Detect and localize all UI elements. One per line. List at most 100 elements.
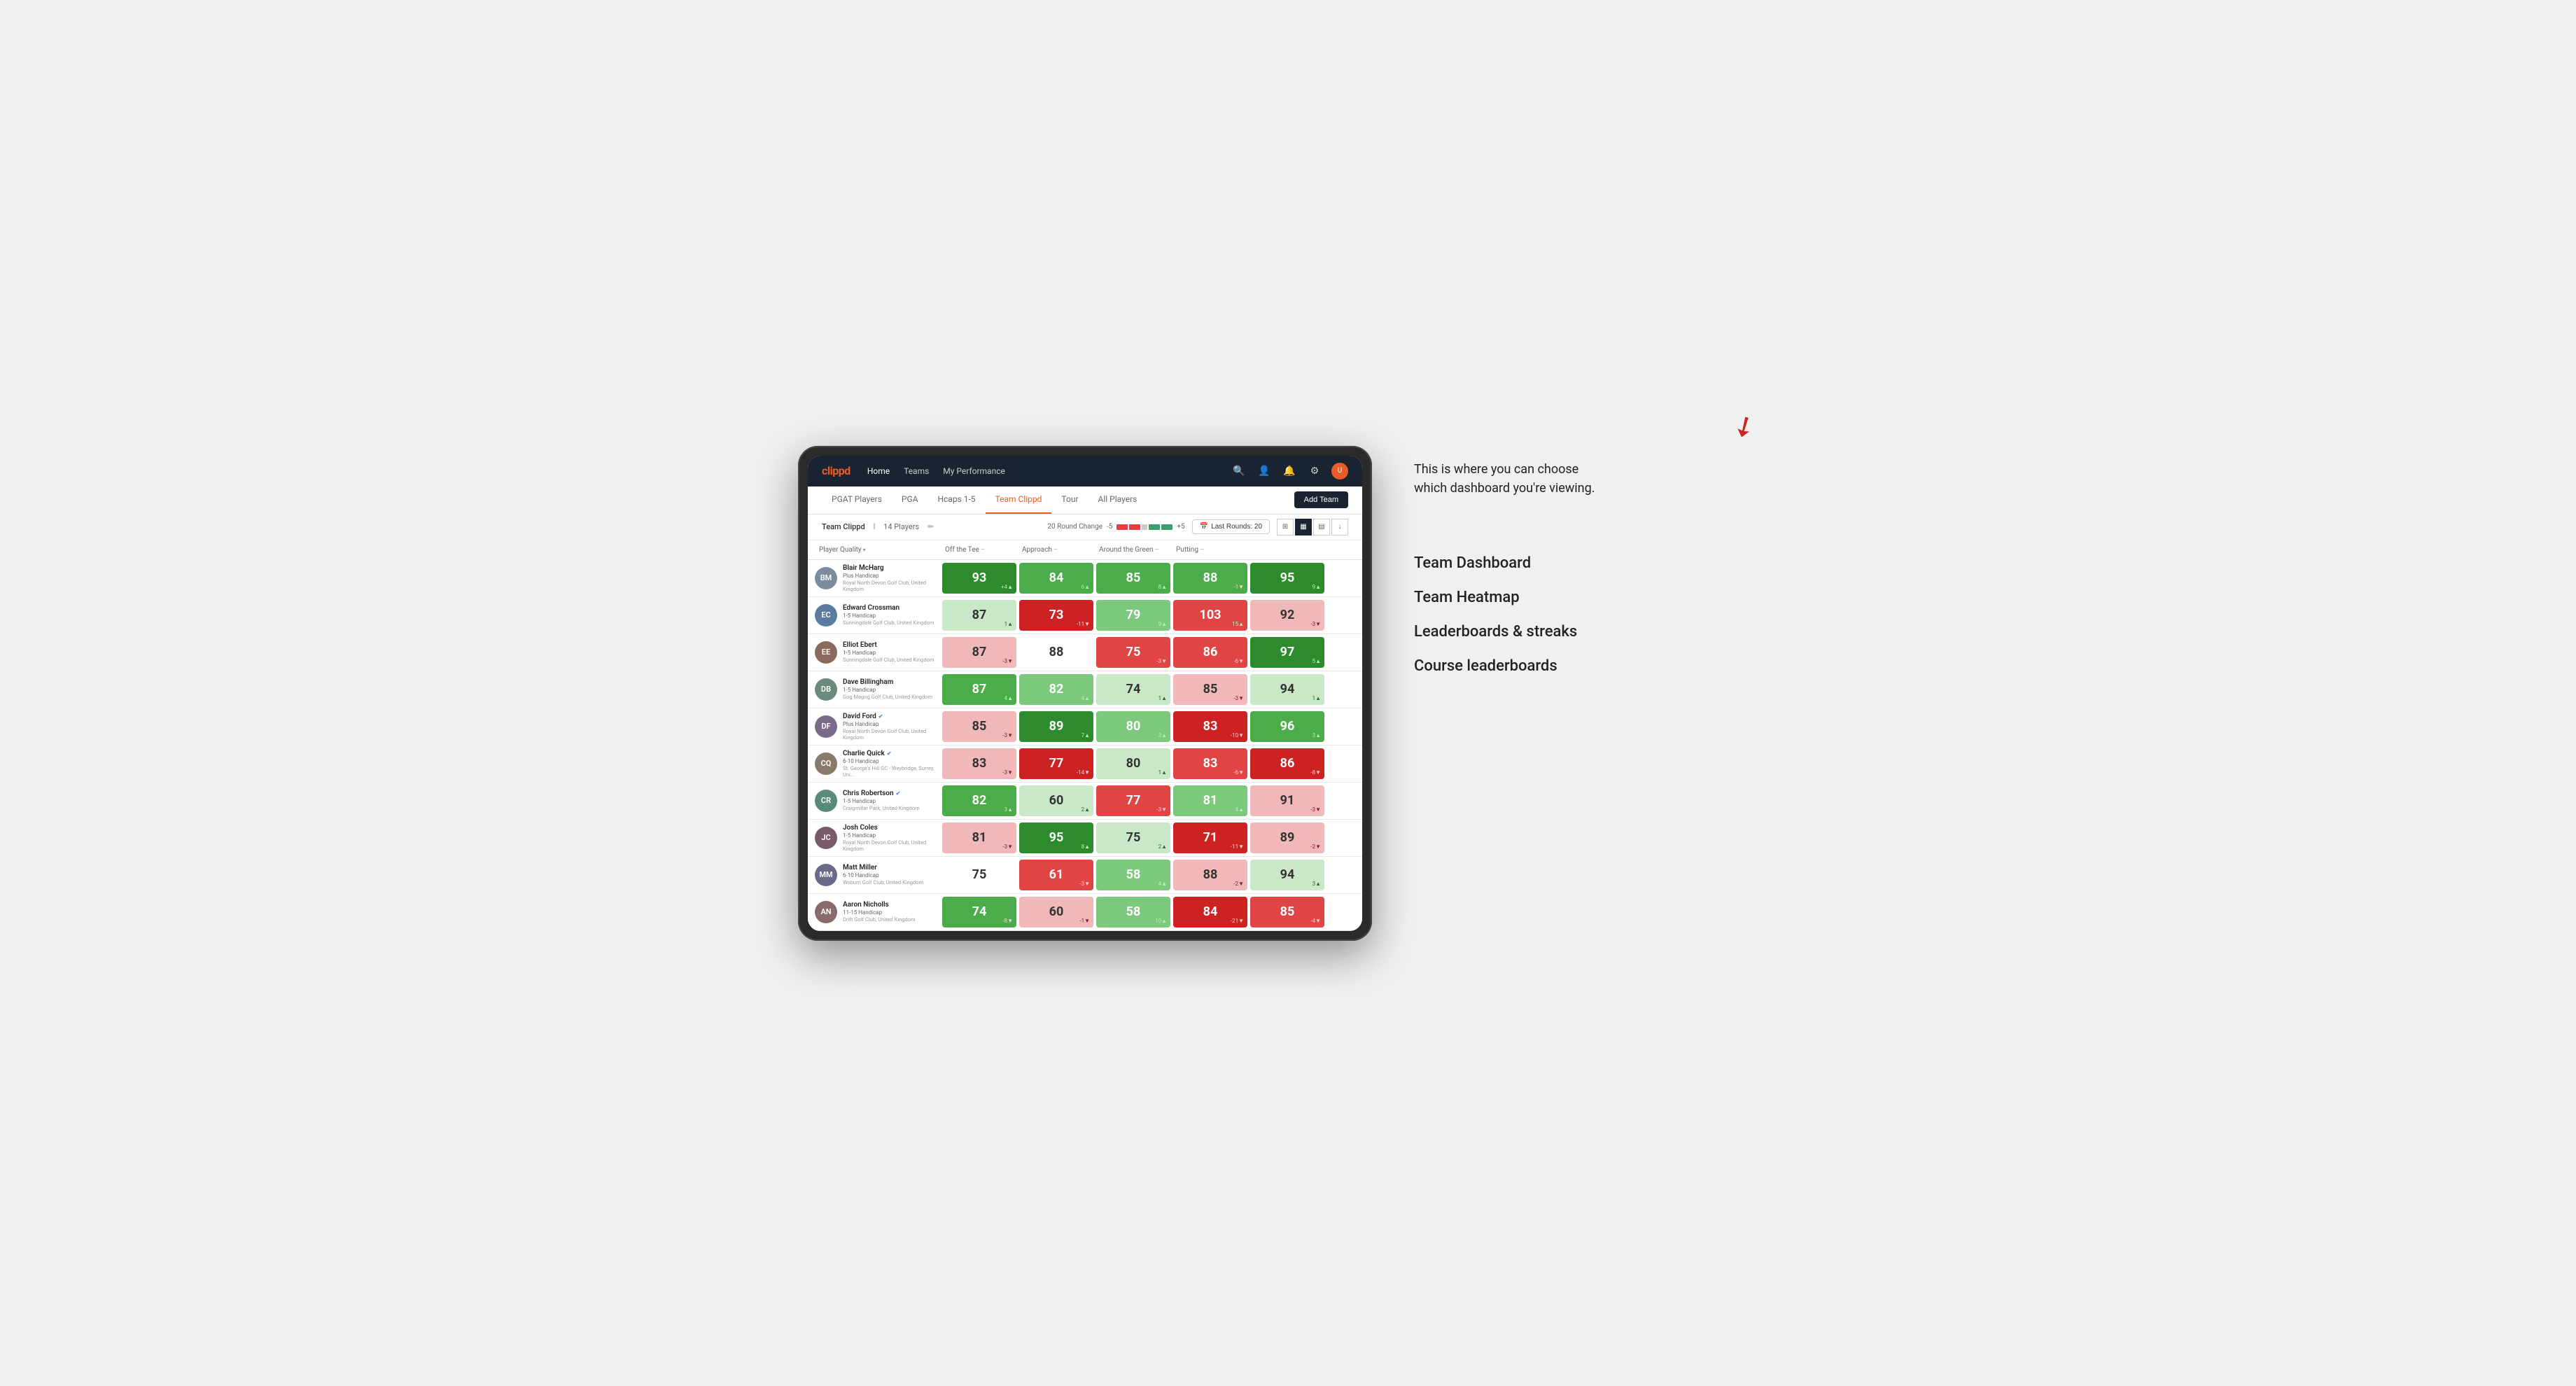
score-value: 92 (1280, 608, 1295, 622)
score-value: 74 (972, 904, 987, 919)
annotation-text: This is where you can choose which dashb… (1414, 460, 1610, 498)
tablet-screen: clippd Home Teams My Performance 🔍 👤 🔔 ⚙… (808, 456, 1362, 931)
around-sort-icon[interactable]: — (1154, 547, 1158, 553)
score-value: 84 (1049, 570, 1064, 585)
player-handicap: 1-5 Handicap (843, 798, 920, 804)
annotation: This is where you can choose which dashb… (1414, 460, 1778, 526)
verified-icon: ✔ (896, 790, 901, 797)
player-info[interactable]: EC Edward Crossman 1-5 Handicap Sunningd… (815, 597, 941, 634)
separator: | (874, 523, 875, 531)
table-row: BM Blair McHarg Plus Handicap Royal Nort… (808, 560, 1362, 597)
header-offtee: Off the Tee — (941, 540, 1018, 559)
player-info[interactable]: DF David Ford ✔ Plus Handicap Royal Nort… (815, 708, 941, 745)
score-offTee: 60 -1▼ (1019, 897, 1093, 927)
score-aroundGreen: 103 15▲ (1173, 600, 1247, 631)
player-info[interactable]: DB Dave Billingham 1-5 Handicap Gog Mago… (815, 671, 941, 708)
player-details: Dave Billingham 1-5 Handicap Gog Magog G… (843, 678, 932, 700)
search-icon[interactable]: 🔍 (1231, 463, 1247, 479)
score-putting: 94 3▲ (1250, 860, 1324, 890)
score-change: 9▲ (1312, 584, 1321, 590)
add-team-button[interactable]: Add Team (1294, 491, 1348, 508)
change-bar (1116, 524, 1172, 530)
option-leaderboards[interactable]: Leaderboards & streaks (1414, 623, 1778, 640)
score-change: -6▼ (1233, 658, 1244, 664)
score-aroundGreen: 71 -11▼ (1173, 822, 1247, 853)
score-value: 83 (1203, 756, 1218, 771)
table-row: AN Aaron Nicholls 11-15 Handicap Drift G… (808, 894, 1362, 931)
score-change: 9▲ (1158, 621, 1167, 627)
player-club: Royal North Devon Golf Club, United King… (843, 839, 941, 852)
score-change: -3▼ (1310, 806, 1321, 813)
player-avatar: AN (815, 901, 837, 923)
tab-pga[interactable]: PGA (892, 486, 928, 514)
tab-hcaps[interactable]: Hcaps 1-5 (927, 486, 985, 514)
score-change: -11▼ (1077, 621, 1090, 627)
dashboard-table: Player Quality ▾ Off the Tee — Approach … (808, 540, 1362, 931)
settings-icon[interactable]: ⚙ (1306, 463, 1323, 479)
score-value: 82 (1049, 682, 1064, 696)
round-change: 20 Round Change -5 +5 (1047, 523, 1184, 531)
score-change: 1▲ (1312, 695, 1321, 701)
user-icon[interactable]: 👤 (1256, 463, 1273, 479)
score-value: 88 (1203, 570, 1218, 585)
player-info[interactable]: AN Aaron Nicholls 11-15 Handicap Drift G… (815, 894, 941, 930)
tab-team-clippd[interactable]: Team Clippd (986, 486, 1052, 514)
score-value: 86 (1280, 756, 1295, 771)
score-value: 86 (1203, 645, 1218, 659)
player-info[interactable]: CR Chris Robertson ✔ 1-5 Handicap Craigm… (815, 783, 941, 819)
score-value: 87 (972, 645, 987, 659)
score-putting: 89 -2▼ (1250, 822, 1324, 853)
player-info[interactable]: MM Matt Miller 6-10 Handicap Woburn Golf… (815, 857, 941, 893)
score-putting: 92 -3▼ (1250, 600, 1324, 631)
nav-link-performance[interactable]: My Performance (943, 463, 1005, 479)
last-rounds-label: Last Rounds: 20 (1211, 523, 1262, 531)
player-sort-icon[interactable]: ▾ (863, 547, 866, 553)
tab-pgat[interactable]: PGAT Players (822, 486, 892, 514)
player-avatar: CR (815, 790, 837, 812)
neg-seg-2 (1129, 524, 1140, 530)
score-value: 77 (1049, 756, 1064, 771)
player-info[interactable]: EE Elliot Ebert 1-5 Handicap Sunningdale… (815, 634, 941, 671)
player-club: Sunningdale Golf Club, United Kingdom (843, 620, 934, 626)
player-info[interactable]: CQ Charlie Quick ✔ 6-10 Handicap St. Geo… (815, 746, 941, 782)
score-change: -11▼ (1231, 844, 1244, 850)
score-change: 10▲ (1155, 918, 1167, 924)
player-club: Sunningdale Golf Club, United Kingdom (843, 657, 934, 663)
score-value: 83 (972, 756, 987, 771)
player-info[interactable]: JC Josh Coles 1-5 Handicap Royal North D… (815, 820, 941, 856)
score-change: 1▲ (1158, 695, 1167, 701)
user-avatar[interactable]: U (1331, 463, 1348, 479)
player-info[interactable]: BM Blair McHarg Plus Handicap Royal Nort… (815, 560, 941, 596)
nav-link-teams[interactable]: Teams (904, 463, 929, 479)
score-change: -10▼ (1231, 732, 1244, 738)
score-value: 88 (1203, 867, 1218, 882)
table-header: Player Quality ▾ Off the Tee — Approach … (808, 540, 1362, 560)
score-change: -3▼ (1310, 621, 1321, 627)
score-quality: 93 +4▲ (942, 563, 1016, 594)
score-change: -3▼ (1002, 844, 1013, 850)
view-heatmap-btn[interactable]: ▤ (1313, 519, 1330, 536)
last-rounds-button[interactable]: 📅 Last Rounds: 20 (1192, 519, 1270, 534)
player-club: Royal North Devon Golf Club, United King… (843, 728, 941, 741)
score-putting: 85 -4▼ (1250, 897, 1324, 927)
player-handicap: 11-15 Handicap (843, 909, 916, 916)
option-course-leaderboards[interactable]: Course leaderboards (1414, 657, 1778, 675)
edit-icon[interactable]: ✏ (927, 522, 934, 531)
player-avatar: CQ (815, 752, 837, 775)
player-name: David Ford ✔ (843, 713, 941, 720)
view-download-btn[interactable]: ↓ (1331, 519, 1348, 536)
nav-link-home[interactable]: Home (867, 463, 890, 479)
tab-all-players[interactable]: All Players (1088, 486, 1147, 514)
score-approach: 85 8▲ (1096, 563, 1170, 594)
score-value: 95 (1280, 570, 1295, 585)
bell-icon[interactable]: 🔔 (1281, 463, 1298, 479)
view-list-btn[interactable]: ▦ (1295, 519, 1312, 536)
tab-tour[interactable]: Tour (1051, 486, 1088, 514)
view-grid-btn[interactable]: ⊞ (1277, 519, 1294, 536)
putting-sort-icon[interactable]: — (1200, 547, 1204, 553)
offtee-sort-icon[interactable]: — (981, 547, 985, 553)
change-plus: +5 (1177, 523, 1184, 531)
player-avatar: DB (815, 678, 837, 701)
score-approach: 79 9▲ (1096, 600, 1170, 631)
approach-sort-icon[interactable]: — (1054, 547, 1058, 553)
